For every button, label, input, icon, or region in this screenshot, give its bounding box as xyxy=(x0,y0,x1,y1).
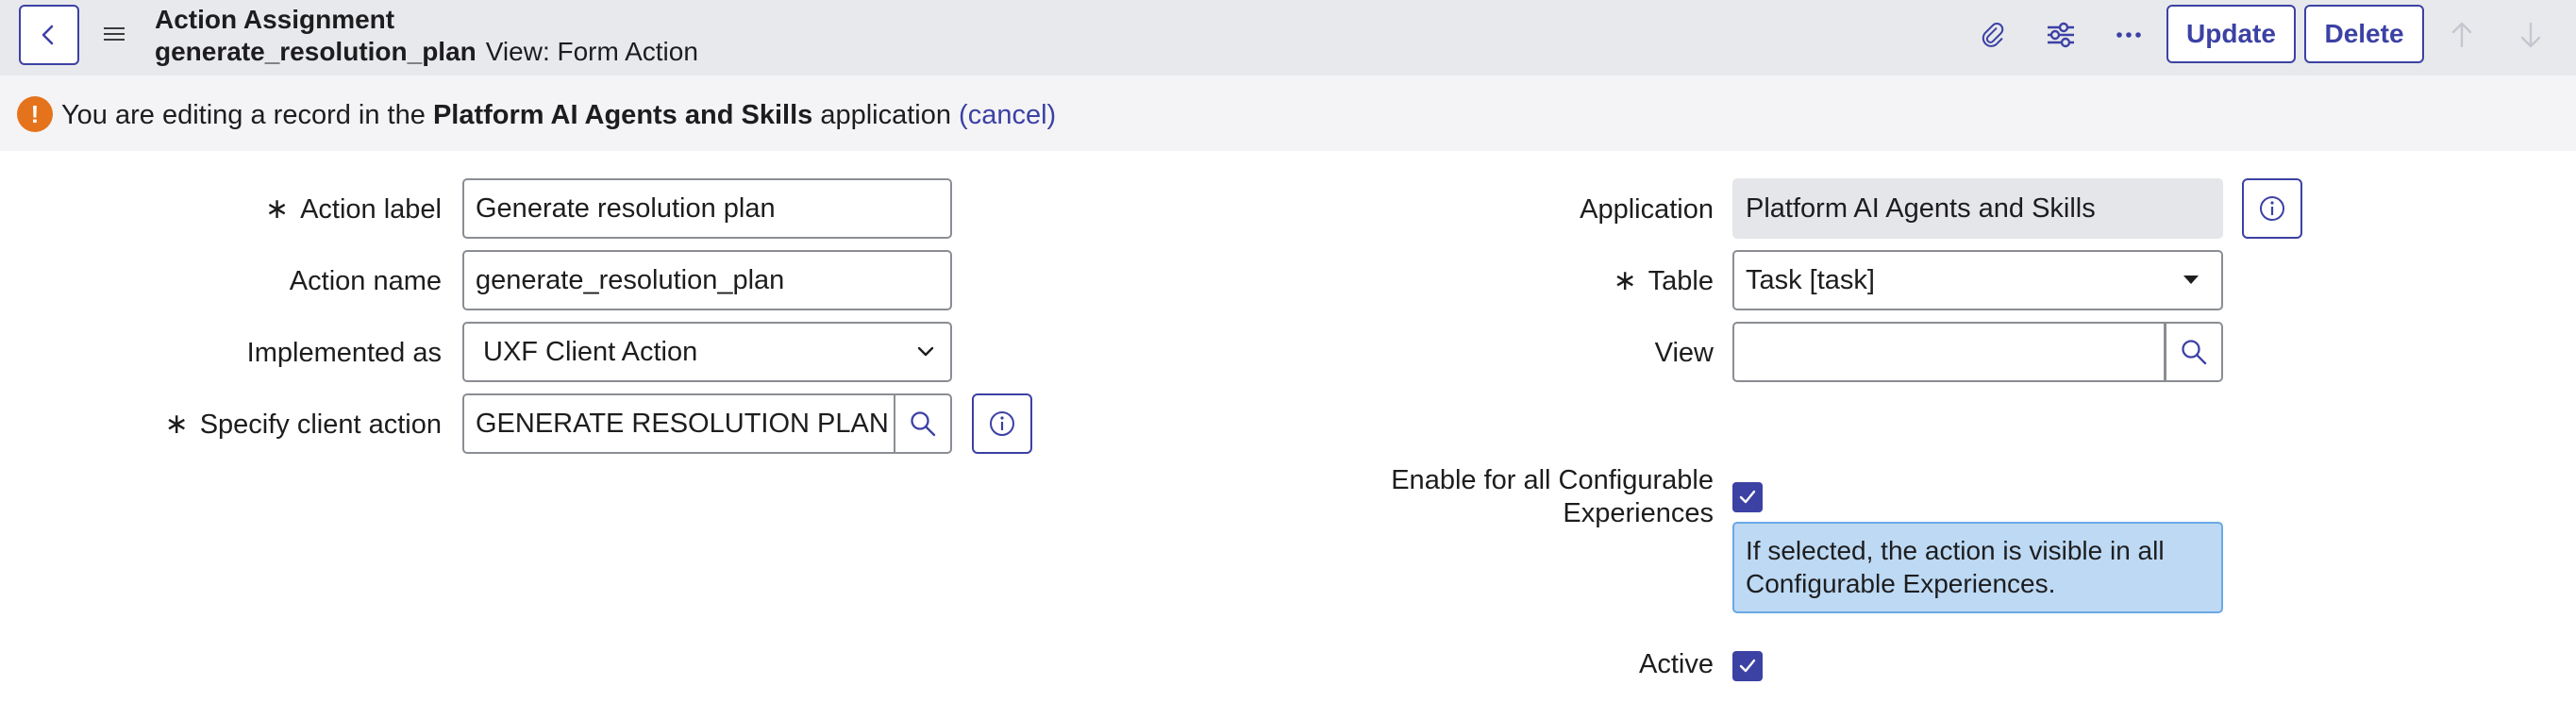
attachment-button[interactable] xyxy=(1975,17,2011,53)
more-options-button[interactable] xyxy=(2111,17,2147,53)
view-field[interactable] xyxy=(1732,322,2166,382)
action-name-field[interactable]: generate_resolution_plan xyxy=(462,250,952,310)
action-name-label: Action name xyxy=(289,266,442,296)
active-checkbox[interactable] xyxy=(1732,651,1763,681)
next-record-button[interactable] xyxy=(2513,17,2549,53)
implemented-as-select[interactable]: UXF Client Action xyxy=(462,322,952,382)
personalize-button[interactable] xyxy=(2043,17,2079,53)
action-label-label: ∗ Action label xyxy=(264,193,442,225)
arrow-down-icon xyxy=(2520,22,2541,48)
client-action-lookup-button[interactable] xyxy=(894,393,952,454)
banner-prefix: You are editing a record in the xyxy=(61,100,426,130)
view-lookup-button[interactable] xyxy=(2165,322,2223,382)
enable-all-checkbox[interactable] xyxy=(1732,482,1763,512)
settings-sliders-icon xyxy=(2048,22,2074,48)
checkmark-icon xyxy=(1739,659,1756,673)
attachment-icon xyxy=(1982,23,2004,47)
chevron-down-icon xyxy=(916,324,935,380)
required-marker: ∗ xyxy=(264,193,290,225)
banner-message: You are editing a record in the Platform… xyxy=(61,98,1056,132)
record-subtitle: generate_resolution_plan View: Form Actio… xyxy=(155,36,698,68)
search-icon xyxy=(911,411,936,437)
update-button[interactable]: Update xyxy=(2166,5,2296,63)
implemented-as-value: UXF Client Action xyxy=(483,337,698,367)
enable-all-label: Enable for all Configurable Experiences xyxy=(1391,465,1714,528)
client-action-field[interactable]: GENERATE RESOLUTION PLAN xyxy=(462,393,895,454)
application-field: Platform AI Agents and Skills xyxy=(1732,178,2223,239)
table-label: ∗ Table xyxy=(1613,265,1714,296)
table-value: Task [task] xyxy=(1746,265,1875,295)
warning-icon: ! xyxy=(17,96,53,132)
required-marker: ∗ xyxy=(1613,265,1637,296)
application-label: Application xyxy=(1580,194,1714,225)
page-title-block: Action Assignment generate_resolution_pl… xyxy=(155,4,698,68)
active-label: Active xyxy=(1639,649,1714,679)
view-label: View: Form Action xyxy=(485,37,698,66)
info-icon xyxy=(990,411,1014,436)
banner-suffix: application xyxy=(820,100,951,130)
action-label-field[interactable]: Generate resolution plan xyxy=(462,178,952,239)
view-label: View xyxy=(1654,338,1714,368)
checkmark-icon xyxy=(1739,490,1756,504)
caret-down-icon xyxy=(2182,252,2200,309)
table-select[interactable]: Task [task] xyxy=(1732,250,2223,310)
arrow-up-icon xyxy=(2451,22,2472,48)
back-icon xyxy=(42,25,54,45)
previous-record-button[interactable] xyxy=(2444,17,2480,53)
menu-icon[interactable] xyxy=(102,22,126,46)
client-action-info-button[interactable] xyxy=(972,393,1032,454)
banner-cancel-link[interactable]: (cancel) xyxy=(959,100,1056,130)
info-icon xyxy=(2260,196,2284,221)
page-title: Action Assignment xyxy=(155,5,395,34)
implemented-as-label: Implemented as xyxy=(246,338,442,368)
enable-all-hint: If selected, the action is visible in al… xyxy=(1732,522,2223,613)
banner-app-name: Platform AI Agents and Skills xyxy=(432,100,813,130)
delete-button[interactable]: Delete xyxy=(2304,5,2424,63)
record-name: generate_resolution_plan xyxy=(155,37,477,66)
required-marker: ∗ xyxy=(164,409,189,440)
client-action-label: ∗ Specify client action xyxy=(164,409,442,440)
back-button[interactable] xyxy=(19,5,79,65)
application-info-button[interactable] xyxy=(2242,178,2302,239)
search-icon xyxy=(2182,340,2207,365)
more-icon xyxy=(2116,32,2141,38)
